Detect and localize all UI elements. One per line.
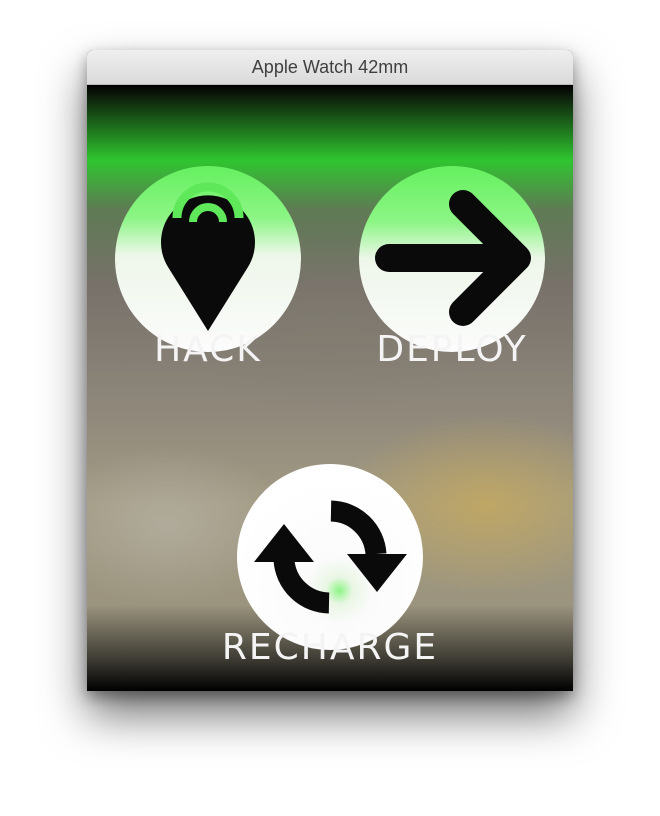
map-pin-signal-icon — [115, 166, 301, 352]
window-title: Apple Watch 42mm — [251, 57, 409, 77]
recharge-label: RECHARGE — [221, 627, 439, 668]
deploy-label: DEPLOY — [376, 329, 528, 370]
recharge-button[interactable] — [237, 464, 423, 650]
deploy-button[interactable] — [359, 166, 545, 352]
watch-screen: HACK DEPLOY RECHARGE — [87, 85, 573, 691]
title-bar[interactable]: Apple Watch 42mm — [87, 50, 573, 85]
arrow-right-icon — [359, 166, 545, 352]
refresh-arrows-icon — [237, 464, 423, 650]
hack-label: HACK — [154, 329, 262, 370]
simulator-window: Apple Watch 42mm HACK DEPLOY RECHARGE — [87, 50, 573, 691]
hack-button[interactable] — [115, 166, 301, 352]
